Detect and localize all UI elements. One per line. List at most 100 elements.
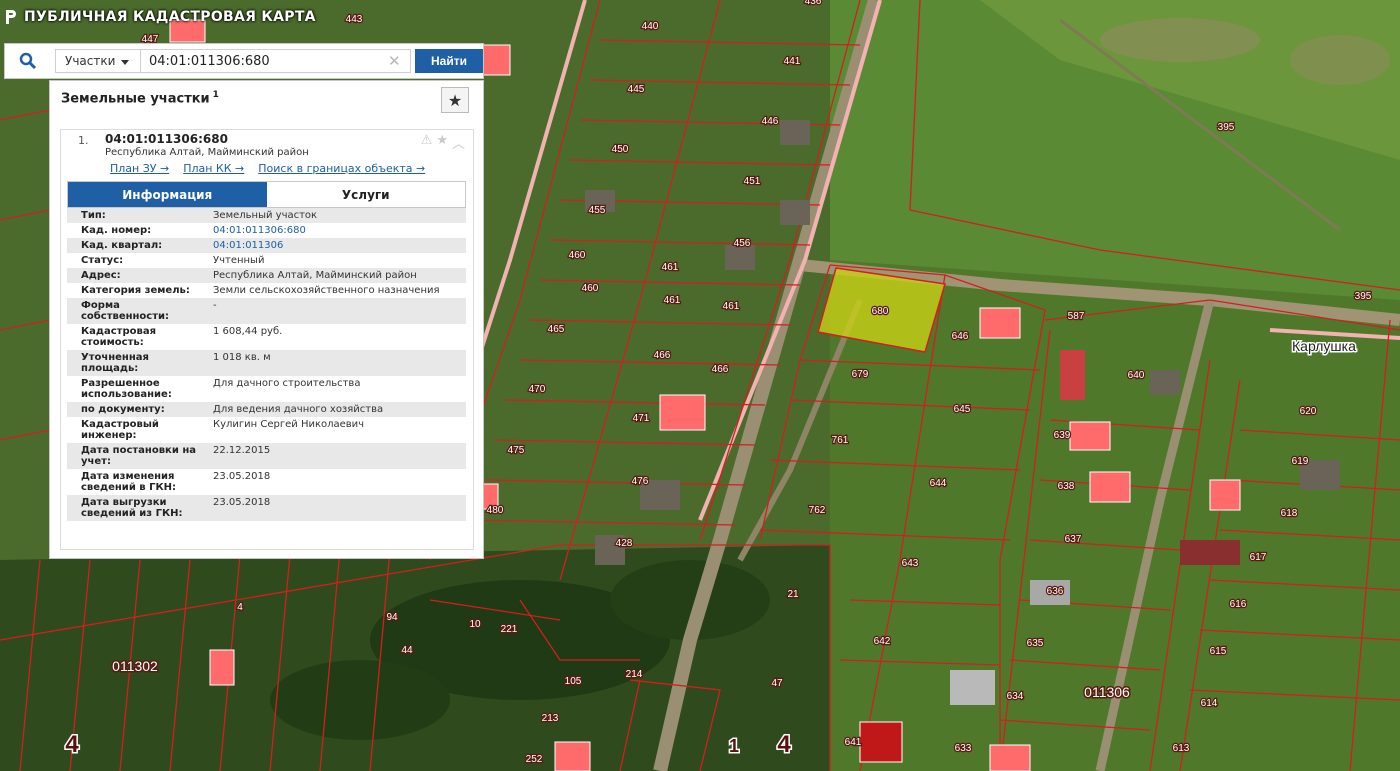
quarter-label-011302: 011302 bbox=[112, 658, 158, 674]
card-region: Республика Алтай, Майминский район bbox=[105, 147, 309, 158]
plot-label: 616 bbox=[1230, 599, 1247, 610]
search-in-bounds-link[interactable]: Поиск в границах объекта → bbox=[258, 162, 425, 175]
info-table: Тип: Земельный участок Кад. номер: 04:01:01… bbox=[67, 208, 466, 521]
plot-label: 440 bbox=[642, 21, 659, 32]
card-links: План ЗУ → План КК → Поиск в границах объ… bbox=[110, 162, 425, 175]
info-value: 23.05.2018 bbox=[213, 471, 271, 482]
plot-label: 441 bbox=[784, 56, 801, 67]
plot-label: 640 bbox=[1128, 370, 1145, 381]
info-label: Статус: bbox=[81, 255, 124, 266]
building bbox=[1089, 471, 1131, 503]
info-value: - bbox=[213, 300, 217, 311]
plot-label: 428 bbox=[616, 538, 633, 549]
plot-label: 638 bbox=[1058, 481, 1075, 492]
plot-label: 614 bbox=[1201, 698, 1218, 709]
plot-label: 475 bbox=[508, 445, 525, 456]
plot-label: 461 bbox=[664, 295, 681, 306]
search-type-select[interactable]: Участки bbox=[55, 49, 141, 73]
plot-label: 480 bbox=[487, 505, 504, 516]
plot-label: 455 bbox=[589, 205, 606, 216]
plot-label: 641 bbox=[845, 737, 862, 748]
building bbox=[979, 307, 1021, 339]
plot-label: 615 bbox=[1210, 646, 1227, 657]
info-label: Тип: bbox=[81, 210, 106, 221]
plot-label: 221 bbox=[501, 624, 518, 635]
plot-label: 642 bbox=[874, 636, 891, 647]
chevron-up-icon[interactable]: ︿ bbox=[452, 133, 465, 152]
plot-label: 451 bbox=[744, 176, 761, 187]
info-value: 1 018 кв. м bbox=[213, 352, 271, 363]
info-row: Кадастровый инженер: Кулигин Сергей Никол… bbox=[67, 417, 466, 443]
building bbox=[659, 394, 706, 431]
building bbox=[479, 44, 511, 76]
info-row: Кад. квартал: 04:01:011306 bbox=[67, 238, 466, 253]
plot-label: 679 bbox=[852, 369, 869, 380]
search-input[interactable] bbox=[141, 49, 411, 73]
plot-label: 633 bbox=[955, 743, 972, 754]
plot-label: 460 bbox=[569, 250, 586, 261]
card-cad-number: 04:01:011306:680 bbox=[105, 132, 228, 146]
plan-zu-link[interactable]: План ЗУ → bbox=[110, 162, 169, 175]
info-label: Дата постановки на учет: bbox=[81, 445, 196, 467]
star-icon: ★ bbox=[447, 90, 463, 110]
chevron-down-icon bbox=[121, 59, 130, 65]
plot-label: 461 bbox=[723, 301, 740, 312]
zone-label: 1 bbox=[729, 736, 739, 756]
plot-label: 680 bbox=[872, 306, 889, 317]
plot-label: 618 bbox=[1281, 508, 1298, 519]
info-row: Уточненная площадь: 1 018 кв. м bbox=[67, 350, 466, 376]
plot-label: 470 bbox=[529, 384, 546, 395]
info-label: Уточненная площадь: bbox=[81, 352, 149, 374]
info-label: Форма собственности: bbox=[81, 300, 170, 322]
plot-label: 644 bbox=[930, 478, 947, 489]
info-value[interactable]: 04:01:011306 bbox=[207, 238, 466, 253]
plot-label: 471 bbox=[633, 413, 650, 424]
plan-kk-link[interactable]: План КК → bbox=[183, 162, 244, 175]
plot-label: 613 bbox=[1173, 743, 1190, 754]
info-row: Статус: Учтенный bbox=[67, 253, 466, 268]
app-title: ПУБЛИЧНАЯ КАДАСТРОВАЯ КАРТА bbox=[4, 9, 316, 25]
card-index: 1. bbox=[78, 134, 89, 147]
tab-information[interactable]: Информация bbox=[68, 182, 267, 207]
info-row: Кадастровая стоимость: 1 608,44 руб. bbox=[67, 324, 466, 350]
info-value: 1 608,44 руб. bbox=[213, 326, 283, 337]
building bbox=[1209, 479, 1241, 511]
find-button[interactable]: Найти bbox=[415, 49, 483, 73]
plot-label: 21 bbox=[787, 589, 799, 600]
plot-label: 214 bbox=[626, 669, 643, 680]
zone-label: 4 bbox=[777, 731, 791, 758]
zone-label: 4 bbox=[65, 731, 79, 758]
search-icon[interactable] bbox=[5, 44, 51, 78]
info-label: Кад. номер: bbox=[81, 225, 152, 236]
search-bar: Участки ✕ Найти bbox=[4, 43, 484, 79]
bare-ground bbox=[1290, 35, 1390, 85]
info-label: Кадастровая стоимость: bbox=[81, 326, 156, 348]
warning-icon[interactable]: ⚠ bbox=[421, 133, 433, 152]
info-row: Адрес: Республика Алтай, Майминский район bbox=[67, 268, 466, 283]
info-value: 22.12.2015 bbox=[213, 445, 271, 456]
info-label: по документу: bbox=[81, 404, 165, 415]
info-value: Кулигин Сергей Николаевич bbox=[213, 419, 365, 430]
info-row: Дата постановки на учет: 22.12.2015 bbox=[67, 443, 466, 469]
results-panel: Земельные участки 1 ★ 1. 04:01:011306:680… bbox=[49, 80, 484, 559]
plot-label: 94 bbox=[386, 612, 398, 623]
logo-icon bbox=[4, 9, 16, 25]
tab-services[interactable]: Услуги bbox=[266, 182, 465, 207]
info-row: Дата изменения сведений в ГКН: 23.05.2018 bbox=[67, 469, 466, 495]
info-value[interactable]: 04:01:011306:680 bbox=[207, 223, 466, 238]
info-row: Кад. номер: 04:01:011306:680 bbox=[67, 223, 466, 238]
info-value: Земли сельскохозяйственного назначения bbox=[213, 285, 440, 296]
plot-label: 445 bbox=[628, 84, 645, 95]
building bbox=[989, 744, 1031, 771]
plot-label: 617 bbox=[1250, 552, 1267, 563]
card-actions: ⚠ ★ ︿ bbox=[421, 133, 465, 152]
favorite-button[interactable]: ★ bbox=[441, 87, 469, 113]
plot-label: 395 bbox=[1218, 122, 1235, 133]
plot-label: 213 bbox=[542, 713, 559, 724]
close-icon[interactable]: ✕ bbox=[388, 52, 401, 70]
plot-label: 4 bbox=[237, 602, 243, 613]
plot-label: 44 bbox=[401, 645, 413, 656]
plot-label: 105 bbox=[565, 676, 582, 687]
info-row: Разрешенное использование: Для дачного ст… bbox=[67, 376, 466, 402]
star-icon[interactable]: ★ bbox=[436, 133, 448, 152]
